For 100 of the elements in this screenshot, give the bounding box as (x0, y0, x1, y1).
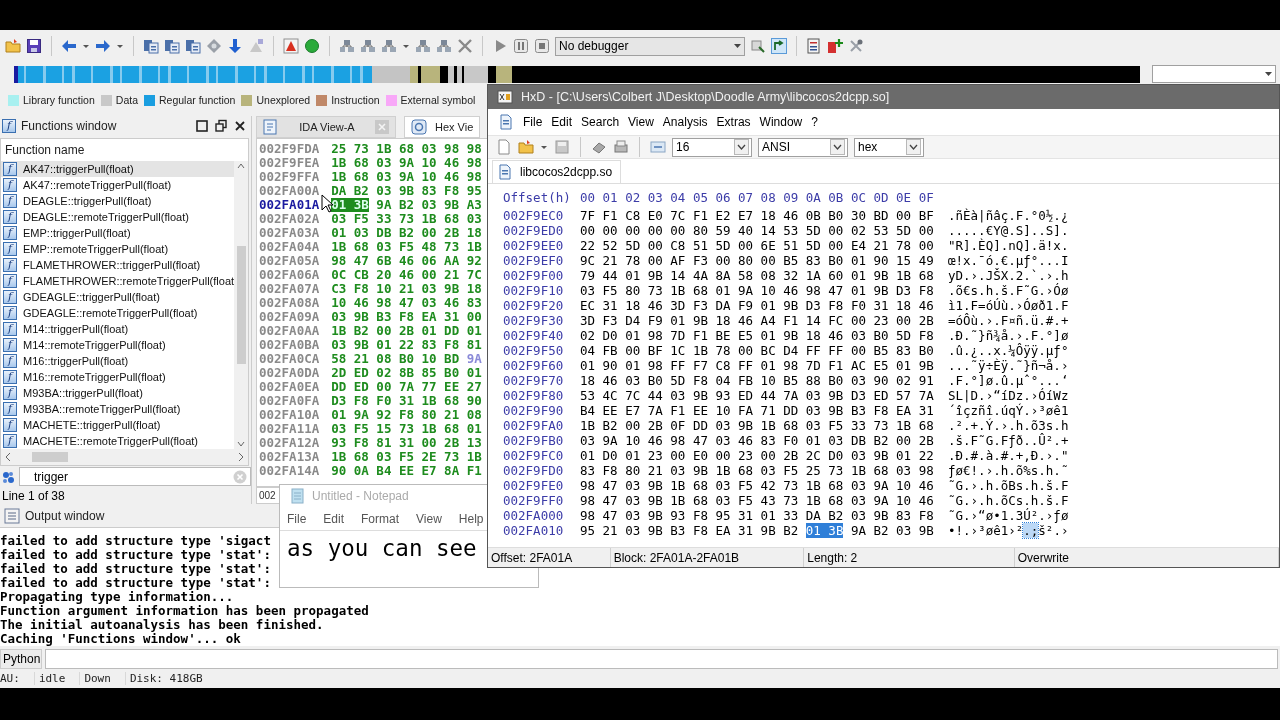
navigation-band-drawing[interactable] (14, 65, 1140, 83)
cross-icon[interactable] (457, 38, 473, 54)
function-list-item[interactable]: f FLAMETHROWER::remoteTriggerPull(float (1, 273, 234, 289)
graph-icon[interactable] (436, 38, 452, 54)
hex-address: 002FA12A (259, 436, 320, 450)
function-list-item[interactable]: f GDEAGLE::remoteTriggerPull(float) (1, 305, 234, 321)
new-file-icon[interactable] (496, 139, 512, 155)
menu-item[interactable]: Extras (716, 115, 751, 129)
menu-item[interactable]: Edit (551, 115, 573, 129)
ascii-text: ˜G.›“ø•1.3Ú².›ƒø (948, 508, 1070, 523)
graph-icon[interactable] (381, 38, 397, 54)
hex-bytes: 98 47 6B 46 06 AA 92 (331, 254, 482, 268)
window-title: HxD - [C:\Users\Colbert J\Desktop\Doodle Army\libcocos2dcpp.so] (521, 90, 890, 104)
graph-icon[interactable] (415, 38, 431, 54)
menu-item[interactable]: View (416, 511, 442, 526)
diamond-icon[interactable] (206, 38, 222, 54)
function-list-item[interactable]: f DEAGLE::triggerPull(float) (1, 193, 234, 209)
forward-arrow-icon[interactable] (95, 38, 111, 54)
hex-bytes: D3 F8 F0 31 1B 68 90 (331, 394, 482, 408)
debug-icon[interactable] (750, 38, 766, 54)
selected-ascii[interactable]: .; (1023, 523, 1039, 538)
document-icon[interactable] (143, 38, 159, 54)
close-icon[interactable] (233, 119, 247, 133)
warning-icon[interactable] (283, 38, 299, 54)
function-list-item[interactable]: f M93BA::remoteTriggerPull(float) (1, 401, 234, 417)
function-list-item[interactable]: f M14::remoteTriggerPull(float) (1, 337, 234, 353)
printer-icon[interactable] (613, 139, 629, 155)
function-list-item[interactable]: f AK47::remoteTriggerPull(float) (1, 177, 234, 193)
tool-icon[interactable] (848, 38, 864, 54)
offset-base-dropdown[interactable]: hex (854, 137, 924, 157)
output-line: failed to add structure type 'stat': (0, 576, 271, 590)
document-icon[interactable] (164, 38, 180, 54)
step-icon[interactable] (771, 38, 787, 54)
restore-icon[interactable] (214, 119, 228, 133)
command-field[interactable] (45, 648, 1278, 669)
hex-address: 002FA00A (259, 184, 320, 198)
offset-text: 002F9F80 (503, 388, 565, 403)
charset-dropdown[interactable]: ANSI (758, 137, 848, 157)
menu-item[interactable]: ? (811, 115, 818, 129)
selected-bytes[interactable]: 01 3B (331, 198, 369, 212)
document-icon (497, 164, 513, 180)
column-header[interactable]: Function name (1, 139, 248, 161)
function-list-item[interactable]: f EMP::remoteTriggerPull(float) (1, 241, 234, 257)
menu-item[interactable]: Format (361, 511, 400, 526)
vertical-scrollbar[interactable] (234, 161, 248, 449)
function-icon: f (3, 418, 17, 432)
list-icon[interactable] (806, 38, 822, 54)
hex-bytes: 1B B2 00 2B 01 DD 01 (331, 324, 482, 338)
output-icon (4, 507, 20, 524)
menu-item[interactable]: Window (759, 115, 803, 129)
hex-address: 002FA02A (259, 212, 320, 226)
function-list-item[interactable]: f M16::remoteTriggerPull(float) (1, 369, 234, 385)
menu-item[interactable]: Analysis (662, 115, 708, 129)
segment-dropdown[interactable] (1152, 65, 1276, 83)
menu-item[interactable]: File (523, 115, 543, 129)
view-tab[interactable]: IDA View-A (256, 116, 396, 138)
function-list-item[interactable]: f M93BA::triggerPull(float) (1, 385, 234, 401)
filter-icon[interactable] (1, 469, 15, 484)
bytes-per-row-dropdown[interactable]: 16 (672, 137, 752, 157)
menu-item[interactable]: Help (458, 511, 484, 526)
graph-icon[interactable] (360, 38, 376, 54)
scrollbar-thumb[interactable] (32, 452, 68, 462)
back-arrow-icon[interactable] (61, 38, 77, 54)
horizontal-scrollbar[interactable] (1, 449, 248, 465)
scrollbar-thumb[interactable] (236, 246, 246, 364)
stop-icon[interactable] (534, 38, 550, 54)
function-list-item[interactable]: f M16::triggerPull(float) (1, 353, 234, 369)
offset-text: 002F9F60 (503, 358, 565, 373)
menu-item[interactable]: Edit (323, 511, 345, 526)
selected-bytes[interactable]: 01 3B (805, 523, 844, 538)
view-tab[interactable]: Hex Vie (404, 116, 481, 138)
function-list-item[interactable]: f MACHETE::remoteTriggerPull(float) (1, 433, 234, 449)
function-list-item[interactable]: f EMP::triggerPull(float) (1, 225, 234, 241)
graph-icon[interactable] (339, 38, 355, 54)
function-list-item[interactable]: f AK47::triggerPull(float) (1, 161, 234, 177)
save-icon[interactable] (26, 38, 42, 54)
function-list-item[interactable]: f FLAMETHROWER::triggerPull(float) (1, 257, 234, 273)
ascii-text: =óÔù.›.F¤ñ.ü.#.+ (948, 313, 1070, 328)
hex-bytes: 10 46 98 47 03 46 83 (331, 296, 482, 310)
function-list-item[interactable]: f DEAGLE::remoteTriggerPull(float) (1, 209, 234, 225)
plus-icon[interactable] (827, 38, 843, 54)
menu-item[interactable]: File (287, 511, 307, 526)
folder-icon[interactable] (5, 38, 21, 54)
filter-field[interactable]: trigger (19, 467, 251, 486)
menu-item[interactable]: Search (581, 115, 620, 129)
pause-icon[interactable] (513, 38, 529, 54)
function-list-item[interactable]: f MACHETE::triggerPull(float) (1, 417, 234, 433)
down-arrow-icon[interactable] (227, 38, 243, 54)
document-icon[interactable] (185, 38, 201, 54)
maximize-icon[interactable] (195, 119, 209, 133)
folder-icon[interactable] (518, 139, 534, 155)
language-button[interactable]: Python (0, 648, 42, 669)
circle-icon[interactable] (304, 38, 320, 54)
file-tab[interactable]: libcocos2dcpp.so (492, 160, 622, 183)
debugger-dropdown[interactable]: No debugger (555, 36, 745, 56)
menu-item[interactable]: View (628, 115, 654, 129)
output-line: failed to add structure type 'stat': (0, 562, 271, 576)
hex-address: 002F9FEA (259, 156, 320, 170)
function-list-item[interactable]: f GDEAGLE::triggerPull(float) (1, 289, 234, 305)
function-list-item[interactable]: f M14::triggerPull(float) (1, 321, 234, 337)
